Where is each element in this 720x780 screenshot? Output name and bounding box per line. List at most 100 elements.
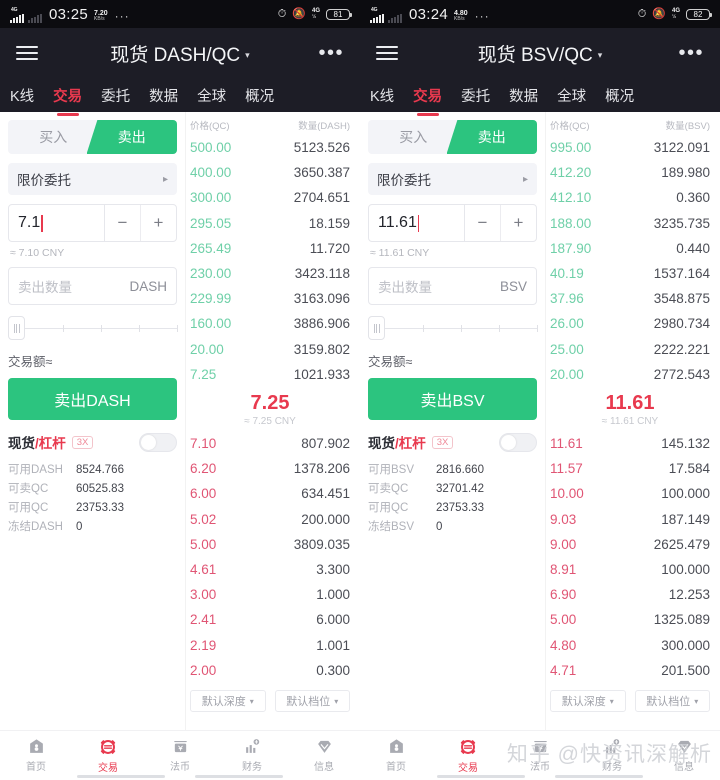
depth-select[interactable]: 默认深度 ▾ [550,690,626,713]
tab-global[interactable]: 全球 [555,83,588,108]
table-row[interactable]: 6.00 634.451 [190,481,350,506]
nav-item-fiat[interactable]: 法币 [504,738,576,773]
price-decrement-button[interactable]: − [105,205,141,241]
sell-tab[interactable]: 卖出 [86,120,177,154]
price-increment-button[interactable]: + [141,205,176,241]
table-row[interactable]: 4.71 201.500 [550,658,710,683]
submit-sell-button[interactable]: 卖出DASH [8,378,177,420]
buy-tab[interactable]: 买入 [368,120,459,154]
price-decrement-button[interactable]: − [465,205,501,241]
amount-input[interactable]: 卖出数量 DASH [8,267,177,305]
table-row[interactable]: 400.00 3650.387 [190,160,350,185]
nav-item-info[interactable]: 信息 [648,738,720,773]
table-row[interactable]: 8.91 100.000 [550,557,710,582]
buy-tab[interactable]: 买入 [8,120,99,154]
table-row[interactable]: 500.00 5123.526 [190,135,350,160]
bottom-nav: 首页 交易 法币 财务 信息 知乎 @快资讯深解析 [360,730,720,780]
tab-orders[interactable]: 委托 [459,83,492,108]
submit-sell-button[interactable]: 卖出BSV [368,378,537,420]
sell-tab[interactable]: 卖出 [446,120,537,154]
slider-track[interactable] [385,324,538,332]
table-row[interactable]: 7.25 1021.933 [190,362,350,387]
leverage-toggle[interactable] [499,432,537,452]
price-input[interactable]: 11.61 [369,205,464,241]
table-row[interactable]: 6.90 12.253 [550,582,710,607]
table-row[interactable]: 2.00 0.300 [190,658,350,683]
tab-overview[interactable]: 概况 [603,83,636,108]
tier-select[interactable]: 默认档位 ▾ [274,690,350,713]
slider-handle[interactable] [368,316,385,340]
table-row[interactable]: 11.61 145.132 [550,431,710,456]
tab-overview[interactable]: 概况 [243,83,276,108]
table-row[interactable]: 4.61 3.300 [190,557,350,582]
amount-percent-slider[interactable] [368,315,538,341]
more-options-icon[interactable]: ••• [318,43,344,63]
nav-item-fiat[interactable]: 法币 [144,738,216,773]
nav-label: 信息 [674,762,694,773]
tab-kline[interactable]: K线 [8,83,36,108]
nav-item-finance[interactable]: 财务 [216,738,288,773]
page-title[interactable]: 现货 BSV/QC ▾ [360,40,720,67]
nav-item-finance[interactable]: 财务 [576,738,648,773]
table-row[interactable]: 160.00 3886.906 [190,311,350,336]
more-options-icon[interactable]: ••• [678,43,704,63]
price-increment-button[interactable]: + [501,205,536,241]
table-row[interactable]: 412.20 189.980 [550,160,710,185]
table-row[interactable]: 40.19 1537.164 [550,261,710,286]
nav-item-home[interactable]: 首页 [360,738,432,773]
tab-data[interactable]: 数据 [507,83,540,108]
tier-select[interactable]: 默认档位 ▾ [634,690,710,713]
table-row[interactable]: 5.00 3809.035 [190,532,350,557]
hamburger-icon[interactable] [16,46,38,60]
depth-select[interactable]: 默认深度 ▾ [190,690,266,713]
nav-item-home[interactable]: 首页 [0,738,72,773]
table-row[interactable]: 2.19 1.001 [190,633,350,658]
ask-price: 188.00 [550,215,592,231]
table-row[interactable]: 20.00 3159.802 [190,337,350,362]
table-row[interactable]: 3.00 1.000 [190,582,350,607]
table-row[interactable]: 265.49 11.720 [190,236,350,261]
table-row[interactable]: 5.00 1325.089 [550,607,710,632]
tab-kline[interactable]: K线 [368,83,396,108]
table-row[interactable]: 9.03 187.149 [550,507,710,532]
table-row[interactable]: 7.10 807.902 [190,431,350,456]
tab-global[interactable]: 全球 [195,83,228,108]
page-title[interactable]: 现货 DASH/QC ▾ [0,40,360,67]
table-row[interactable]: 20.00 2772.543 [550,362,710,387]
table-row[interactable]: 229.99 3163.096 [190,286,350,311]
order-type-select[interactable]: 限价委托 ▸ [8,163,177,195]
table-row[interactable]: 300.00 2704.651 [190,185,350,210]
nav-item-trade[interactable]: 交易 [72,738,144,774]
tab-orders[interactable]: 委托 [99,83,132,108]
table-row[interactable]: 187.90 0.440 [550,236,710,261]
table-row[interactable]: 5.02 200.000 [190,507,350,532]
table-row[interactable]: 230.00 3423.118 [190,261,350,286]
order-type-select[interactable]: 限价委托 ▸ [368,163,537,195]
table-row[interactable]: 10.00 100.000 [550,481,710,506]
table-row[interactable]: 4.80 300.000 [550,633,710,658]
slider-track[interactable] [25,324,178,332]
leverage-toggle[interactable] [139,432,177,452]
tab-trade[interactable]: 交易 [411,83,444,108]
amount-input[interactable]: 卖出数量 BSV [368,267,537,305]
nav-item-info[interactable]: 信息 [288,738,360,773]
table-row[interactable]: 37.96 3548.875 [550,286,710,311]
amount-percent-slider[interactable] [8,315,178,341]
tab-trade[interactable]: 交易 [51,83,84,108]
table-row[interactable]: 995.00 3122.091 [550,135,710,160]
table-row[interactable]: 295.05 18.159 [190,211,350,236]
table-row[interactable]: 6.20 1378.206 [190,456,350,481]
table-row[interactable]: 26.00 2980.734 [550,311,710,336]
bid-amount: 1378.206 [293,461,350,477]
table-row[interactable]: 25.00 2222.221 [550,337,710,362]
table-row[interactable]: 9.00 2625.479 [550,532,710,557]
table-row[interactable]: 188.00 3235.735 [550,211,710,236]
table-row[interactable]: 2.41 6.000 [190,607,350,632]
table-row[interactable]: 11.57 17.584 [550,456,710,481]
table-row[interactable]: 412.10 0.360 [550,185,710,210]
nav-item-trade[interactable]: 交易 [432,738,504,774]
hamburger-icon[interactable] [376,46,398,60]
price-input[interactable]: 7.1 [9,205,104,241]
slider-handle[interactable] [8,316,25,340]
tab-data[interactable]: 数据 [147,83,180,108]
